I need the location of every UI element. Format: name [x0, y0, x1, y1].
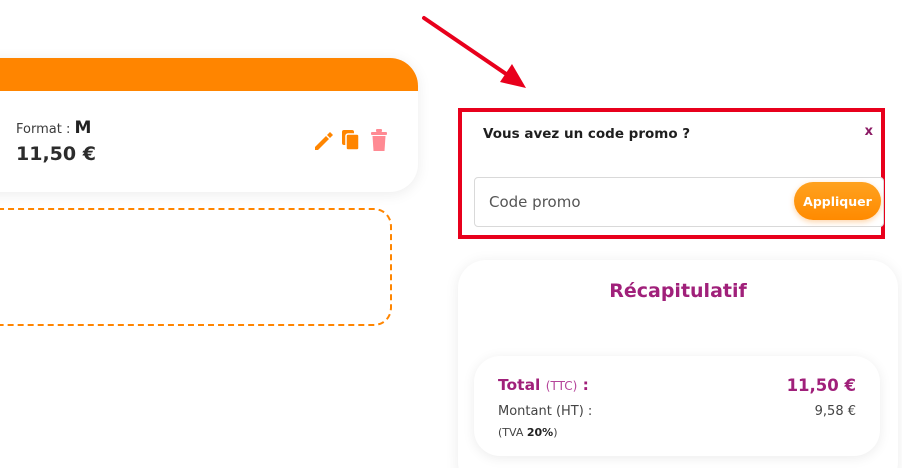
product-actions: [312, 128, 390, 152]
format-label: Format :: [16, 122, 71, 137]
format-value: M: [74, 118, 92, 138]
product-price: 11,50 €: [16, 143, 96, 165]
total-colon: :: [582, 376, 589, 394]
summary-title: Récapitulatif: [609, 280, 747, 302]
format-line: Format : M: [16, 118, 91, 138]
annotation-arrow-icon: [422, 16, 526, 88]
ht-label: Montant (HT) :: [498, 404, 593, 419]
product-card-header: [0, 58, 418, 91]
tva-prefix: (TVA: [498, 426, 524, 439]
dashed-dropzone: [0, 208, 392, 326]
tva-line: (TVA 20%): [498, 426, 558, 439]
total-ttc-suffix: (TTC): [545, 379, 578, 393]
page: Format : M 11,50 € Vous avez un code pro…: [0, 0, 902, 468]
ht-value: 9,58 €: [814, 404, 856, 419]
promo-code-input[interactable]: [475, 178, 785, 226]
total-box: Total (TTC) : 11,50 € Montant (HT) : 9,5…: [474, 356, 880, 456]
product-card: Format : M 11,50 €: [0, 58, 418, 192]
copy-icon[interactable]: [340, 128, 362, 152]
apply-promo-button[interactable]: Appliquer: [794, 182, 881, 220]
tva-rate: 20%: [526, 426, 554, 439]
summary-card: Récapitulatif Total (TTC) : 11,50 € Mont…: [458, 260, 898, 468]
promo-title: Vous avez un code promo ?: [483, 126, 691, 142]
total-value: 11,50 €: [786, 376, 856, 395]
close-icon[interactable]: x: [865, 124, 873, 139]
pencil-icon[interactable]: [312, 128, 334, 152]
total-label-text: Total: [498, 376, 541, 394]
promo-input-wrapper: Appliquer: [474, 177, 884, 227]
tva-suffix: ): [553, 426, 558, 439]
promo-code-card: Vous avez un code promo ? x Appliquer: [458, 108, 885, 239]
trash-icon[interactable]: [368, 128, 390, 152]
total-label: Total (TTC) :: [498, 376, 589, 394]
